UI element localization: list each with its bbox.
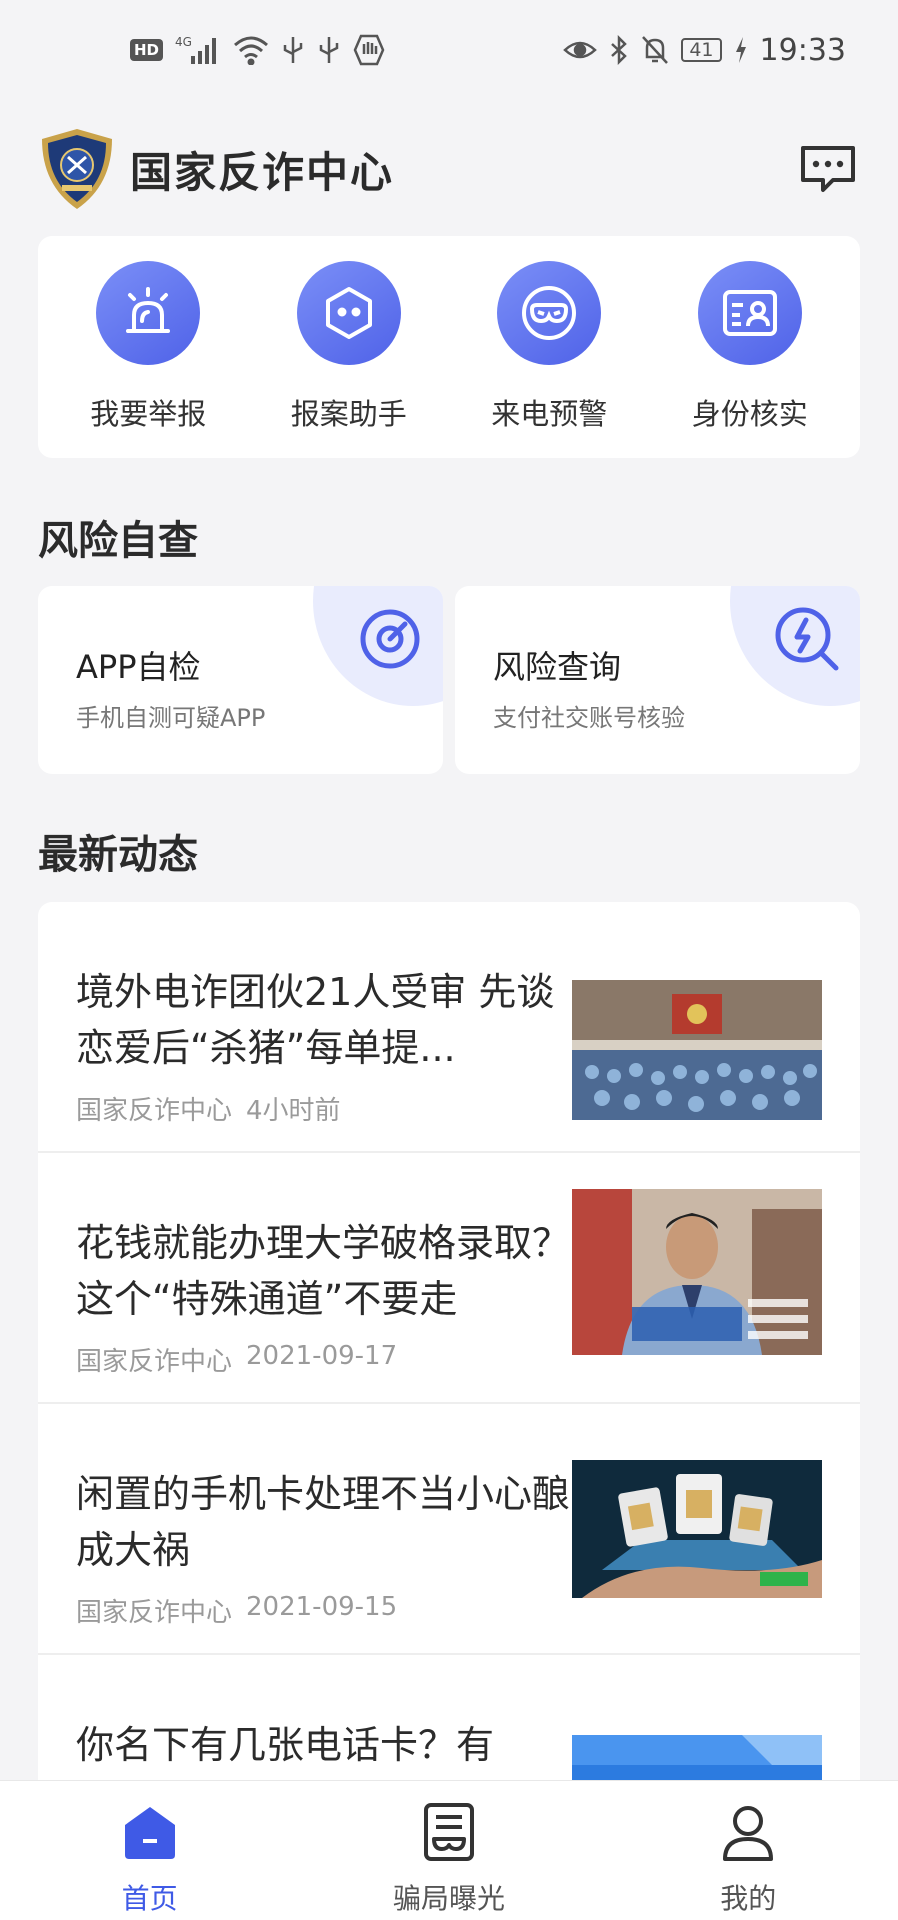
quick-action-call-warning[interactable]: 来电预警: [459, 261, 639, 433]
quick-action-case-helper-circle: [296, 261, 401, 365]
nav-label: 骗局曝光: [392, 1882, 505, 1915]
app-title: 国家反诈中心: [130, 147, 395, 197]
bottom-nav: 首页 骗局曝光 我的: [0, 1780, 898, 1920]
quick-action-call-warning-circle: [497, 261, 602, 365]
exposure-icon: [423, 1803, 474, 1861]
risk-card-subtitle: 手机自测可疑APP: [76, 704, 266, 732]
nav-scam-exposure[interactable]: 骗局曝光: [339, 1801, 559, 1917]
risk-cards: APP自检 手机自测可疑APP 风险查询 支付社交账号核验: [38, 586, 860, 774]
charging-icon: [734, 36, 748, 64]
quick-action-report[interactable]: 我要举报: [58, 261, 238, 433]
status-bar-left: HD 4G: [130, 34, 385, 66]
news-item[interactable]: 闲置的手机卡处理不当小心酿成大祸 国家反诈中心 2021-09-15: [38, 1404, 860, 1655]
mute-bell-icon: [641, 35, 669, 65]
police-officer-interview-photo: [572, 1189, 822, 1355]
news-section-title: 最新动态: [38, 832, 198, 878]
quick-action-id-verify-circle: [697, 261, 802, 365]
quick-action-label: 来电预警: [491, 397, 608, 431]
eye-icon: [563, 38, 598, 62]
quick-action-label: 我要举报: [90, 397, 207, 431]
news-time: 2021-09-17: [246, 1341, 398, 1371]
home-icon: [124, 1807, 175, 1859]
risk-card-title: 风险查询: [493, 648, 622, 686]
wifi-icon: [233, 35, 269, 65]
signal-4g-icon: 4G: [175, 34, 221, 66]
news-time: 4小时前: [246, 1096, 341, 1126]
news-title: 花钱就能办理大学破格录取？这个“特殊通道”不要走: [76, 1221, 571, 1321]
courtroom-photo: [572, 980, 822, 1120]
bluetooth-icon: [609, 35, 629, 65]
risk-card-risk-query[interactable]: 风险查询 支付社交账号核验: [455, 586, 860, 774]
app-header: 国家反诈中心: [38, 124, 860, 214]
quick-action-report-circle: [96, 261, 201, 365]
quick-actions-card: 我要举报 报案助手 来电预警 身份核实: [38, 236, 860, 458]
news-item[interactable]: 花钱就能办理大学破格录取？这个“特殊通道”不要走 国家反诈中心 2021-09-…: [38, 1153, 860, 1404]
news-title: 闲置的手机卡处理不当小心酿成大祸: [76, 1472, 571, 1572]
brand: 国家反诈中心: [38, 127, 394, 211]
message-button[interactable]: [796, 137, 860, 201]
clock: 19:33: [759, 32, 846, 68]
hand-icon: [353, 34, 385, 66]
hd-icon: HD: [130, 39, 164, 61]
id-card-icon: [722, 290, 777, 336]
news-item[interactable]: 境外电诈团伙21人受审 先谈恋爱后“杀猪”每单提... 国家反诈中心 4小时前: [38, 902, 860, 1153]
nav-home[interactable]: 首页: [40, 1801, 260, 1917]
nav-label: 首页: [121, 1882, 178, 1915]
news-source: 国家反诈中心: [76, 1347, 233, 1377]
quick-action-case-helper[interactable]: 报案助手: [259, 261, 439, 433]
message-icon: [801, 146, 855, 192]
network-label: 4G: [175, 35, 192, 49]
hexagon-face-icon: [325, 287, 372, 339]
sim-card-phone-photo: [572, 1460, 822, 1598]
status-bar-right: 41 19:33: [563, 33, 846, 68]
risk-card-app-check[interactable]: APP自检 手机自测可疑APP: [38, 586, 443, 774]
news-time: 2021-09-15: [246, 1592, 398, 1622]
user-icon: [723, 1806, 774, 1861]
quick-action-label: 身份核实: [691, 397, 808, 431]
nav-mine[interactable]: 我的: [638, 1801, 858, 1917]
news-source: 国家反诈中心: [76, 1096, 233, 1126]
quick-action-label: 报案助手: [290, 397, 407, 431]
mask-icon: [522, 286, 577, 340]
risk-card-subtitle: 支付社交账号核验: [493, 704, 685, 732]
usb-icon: [317, 35, 341, 65]
nav-label: 我的: [720, 1882, 777, 1915]
quick-action-id-verify[interactable]: 身份核实: [660, 261, 840, 433]
status-bar: HD 4G 41 19:33: [0, 0, 898, 100]
alarm-light-icon: [126, 287, 171, 333]
news-title: 境外电诈团伙21人受审 先谈恋爱后“杀猪”每单提...: [76, 970, 555, 1070]
usb-icon: [281, 35, 305, 65]
news-source: 国家反诈中心: [76, 1598, 233, 1628]
app-screen: HD 4G 41 19:33 国家反诈中心 我要举报 报案助手 来电预警 身份核…: [0, 0, 898, 1920]
news-list: 境外电诈团伙21人受审 先谈恋爱后“杀猪”每单提... 国家反诈中心 4小时前: [38, 902, 860, 1902]
battery-icon: 41: [681, 38, 722, 62]
police-badge-logo: [42, 129, 112, 209]
risk-section-title: 风险自查: [38, 518, 198, 564]
risk-card-title: APP自检: [76, 648, 201, 686]
